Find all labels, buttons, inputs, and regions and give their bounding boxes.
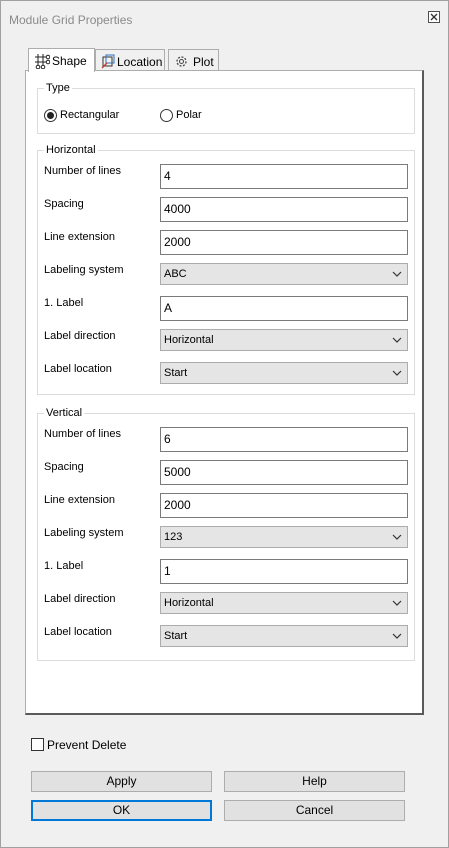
location-icon [101,54,115,69]
tab-plot[interactable]: Plot [168,49,219,71]
v-labeling-system-value: 123 [164,531,183,543]
v-line-extension-input[interactable]: 2000 [160,493,408,518]
chevron-down-icon [392,633,402,639]
close-icon [430,13,438,21]
apply-button[interactable]: Apply [31,771,212,792]
tab-location-label: Location [117,55,163,69]
v-number-of-lines-label: Number of lines [44,428,122,440]
v-label-direction-select[interactable]: Horizontal [160,592,408,614]
v-label-direction-value: Horizontal [164,597,214,609]
v-spacing-input[interactable]: 5000 [160,460,408,485]
h-label-location-select[interactable]: Start [160,362,408,384]
h-number-of-lines-label: Number of lines [44,165,122,177]
h-label-direction-value: Horizontal [164,334,214,346]
v-label-direction-label: Label direction [44,593,116,605]
tab-shape-label: Shape [52,54,87,68]
chevron-down-icon [392,370,402,376]
h-first-label-input[interactable]: A [160,296,408,321]
prevent-delete-checkbox[interactable] [31,738,44,751]
tab-plot-label: Plot [193,55,214,69]
h-line-extension-input[interactable]: 2000 [160,230,408,255]
title-bar[interactable]: Module Grid Properties [1,1,448,34]
cancel-button[interactable]: Cancel [224,800,405,821]
prevent-delete-label[interactable]: Prevent Delete [47,738,126,752]
radio-rectangular[interactable] [44,109,57,122]
v-label-location-value: Start [164,630,188,642]
h-label-location-value: Start [164,367,188,379]
v-first-label-input[interactable]: 1 [160,559,408,584]
v-spacing-label: Spacing [44,461,84,473]
v-labeling-system-select[interactable]: 123 [160,526,408,548]
help-button[interactable]: Help [224,771,405,792]
v-label-location-label: Label location [44,626,112,638]
h-spacing-input[interactable]: 4000 [160,197,408,222]
h-line-extension-label: Line extension [44,231,115,243]
radio-polar-label[interactable]: Polar [176,109,202,121]
h-number-of-lines-input[interactable]: 4 [160,164,408,189]
shape-tab-panel: Type Rectangular Polar Horizontal Number… [25,70,424,715]
radio-polar[interactable] [160,109,173,122]
vertical-group-title: Vertical [44,407,85,419]
gear-icon [176,56,187,67]
h-label-location-label: Label location [44,363,112,375]
h-labeling-system-value: ABC [164,268,187,280]
tab-shape[interactable]: Shape [28,48,95,72]
close-button[interactable] [428,11,440,23]
chevron-down-icon [392,534,402,540]
v-first-label-label: 1. Label [44,560,84,572]
tab-location[interactable]: Location [95,49,165,71]
grid-shape-icon [35,54,50,69]
type-group-title: Type [44,82,72,94]
h-spacing-label: Spacing [44,198,84,210]
h-label-direction-label: Label direction [44,330,116,342]
radio-rectangular-label[interactable]: Rectangular [60,109,119,121]
h-first-label-label: 1. Label [44,297,84,309]
v-line-extension-label: Line extension [44,494,115,506]
v-label-location-select[interactable]: Start [160,625,408,647]
v-number-of-lines-input[interactable]: 6 [160,427,408,452]
h-label-direction-select[interactable]: Horizontal [160,329,408,351]
h-labeling-system-select[interactable]: ABC [160,263,408,285]
v-labeling-system-label: Labeling system [44,527,124,539]
chevron-down-icon [392,271,402,277]
chevron-down-icon [392,600,402,606]
ok-button[interactable]: OK [31,800,212,821]
window-title: Module Grid Properties [9,13,133,27]
h-labeling-system-label: Labeling system [44,264,124,276]
horizontal-group-title: Horizontal [44,144,98,156]
chevron-down-icon [392,337,402,343]
dialog-window: Module Grid Properties Shape Location Pl… [0,0,449,848]
